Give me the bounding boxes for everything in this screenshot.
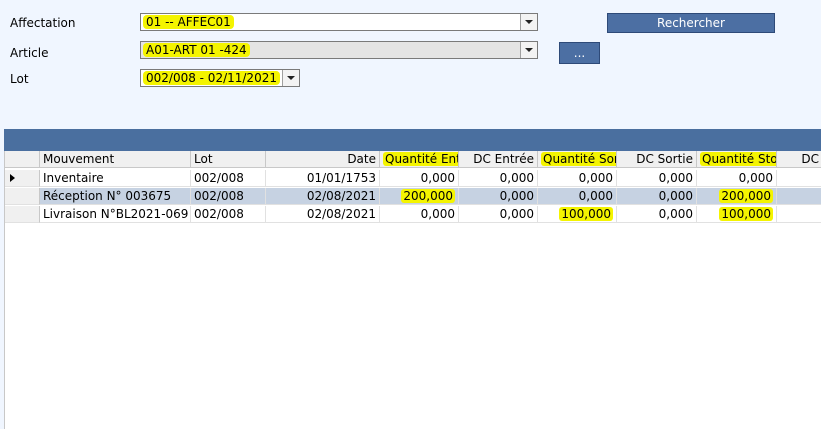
cell-dc-entree[interactable]: 0,000 (459, 206, 538, 223)
ellipsis-button[interactable]: ... (559, 42, 600, 64)
col-header-lot[interactable]: Lot (191, 151, 266, 168)
row-indicator-header (5, 151, 40, 168)
current-row-icon (10, 174, 15, 182)
cell-dc[interactable] (777, 206, 821, 223)
col-header-dc[interactable]: DC (777, 151, 821, 168)
col-header-dc-entree[interactable]: DC Entrée (459, 151, 538, 168)
cell-quantite-stock[interactable]: 200,000 (697, 188, 777, 205)
col-header-quantite-stock[interactable]: Quantité Sto (697, 151, 777, 168)
cell-lot[interactable]: 002/008 (191, 170, 266, 187)
cell-quantite-entree[interactable]: 0,000 (380, 206, 459, 223)
col-header-date[interactable]: Date (266, 151, 380, 168)
affectation-value: 01 -- AFFEC01 (143, 15, 234, 29)
cell-lot[interactable]: 002/008 (191, 188, 266, 205)
chevron-down-icon[interactable] (282, 70, 299, 86)
affectation-select[interactable]: 01 -- AFFEC01 (140, 13, 538, 31)
cell-quantite-stock[interactable]: 0,000 (697, 170, 777, 187)
article-value: A01-ART 01 -424 (143, 43, 250, 57)
cell-mouvement[interactable]: Inventaire (40, 170, 191, 187)
affectation-label: Affectation (10, 16, 76, 30)
cell-quantite-stock[interactable]: 100,000 (697, 206, 777, 223)
cell-dc[interactable] (777, 170, 821, 187)
cell-mouvement[interactable]: Livraison N°BL2021-069 (40, 206, 191, 223)
lot-value: 002/008 - 02/11/2021 (143, 71, 280, 85)
grid-header: Mouvement Lot Date Quantité Ent DC Entré… (5, 151, 821, 169)
lot-label: Lot (10, 72, 29, 86)
article-label: Article (10, 46, 49, 60)
cell-dc-sortie[interactable]: 0,000 (617, 170, 697, 187)
cell-dc-sortie[interactable]: 0,000 (617, 188, 697, 205)
cell-dc-sortie[interactable]: 0,000 (617, 206, 697, 223)
article-select[interactable]: A01-ART 01 -424 (140, 41, 538, 59)
chevron-down-icon[interactable] (520, 14, 537, 30)
cell-quantite-sortie[interactable]: 0,000 (538, 170, 617, 187)
col-header-quantite-entree[interactable]: Quantité Ent (380, 151, 459, 168)
cell-quantite-sortie[interactable]: 0,000 (538, 188, 617, 205)
table-row[interactable]: Inventaire 002/008 01/01/1753 0,000 0,00… (5, 170, 821, 188)
cell-quantite-sortie[interactable]: 100,000 (538, 206, 617, 223)
cell-dc[interactable] (777, 188, 821, 205)
cell-quantite-entree[interactable]: 0,000 (380, 170, 459, 187)
cell-date[interactable]: 01/01/1753 (266, 170, 380, 187)
col-header-quantite-sortie[interactable]: Quantité Sor (538, 151, 617, 168)
row-indicator (5, 188, 40, 205)
cell-quantite-entree[interactable]: 200,000 (380, 188, 459, 205)
cell-mouvement[interactable]: Réception N° 003675 (40, 188, 191, 205)
col-header-dc-sortie[interactable]: DC Sortie (617, 151, 697, 168)
lot-select[interactable]: 002/008 - 02/11/2021 (140, 69, 300, 87)
cell-date[interactable]: 02/08/2021 (266, 188, 380, 205)
cell-date[interactable]: 02/08/2021 (266, 206, 380, 223)
row-indicator (5, 170, 40, 187)
cell-lot[interactable]: 002/008 (191, 206, 266, 223)
col-header-mouvement[interactable]: Mouvement (40, 151, 191, 168)
row-indicator (5, 206, 40, 223)
search-button[interactable]: Rechercher (607, 13, 775, 33)
table-row[interactable]: Livraison N°BL2021-069 002/008 02/08/202… (5, 206, 821, 224)
cell-dc-entree[interactable]: 0,000 (459, 170, 538, 187)
chevron-down-icon[interactable] (520, 42, 537, 58)
table-row[interactable]: Réception N° 003675 002/008 02/08/2021 2… (5, 188, 821, 206)
grid-group-band (4, 129, 821, 151)
cell-dc-entree[interactable]: 0,000 (459, 188, 538, 205)
movements-grid: Mouvement Lot Date Quantité Ent DC Entré… (4, 151, 821, 429)
